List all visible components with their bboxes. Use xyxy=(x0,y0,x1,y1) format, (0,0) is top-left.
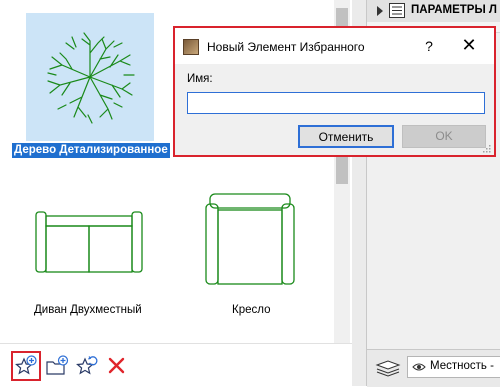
parameters-title: ПАРАМЕТРЫ Л xyxy=(411,4,498,16)
tree-thumbnail[interactable] xyxy=(26,13,154,141)
eye-icon xyxy=(412,363,426,371)
ok-button[interactable]: OK xyxy=(402,125,486,148)
help-button[interactable]: ? xyxy=(421,38,437,54)
favorite-item-tree[interactable]: Дерево Детализированное xyxy=(0,0,180,160)
sofa-plan-icon xyxy=(35,211,143,273)
favorite-item-label: Диван Двухместный xyxy=(34,304,142,316)
new-folder-button[interactable] xyxy=(44,353,70,379)
archicad-app-icon xyxy=(183,39,199,55)
redefine-favorite-button[interactable] xyxy=(74,353,100,379)
close-button[interactable]: ✕ xyxy=(461,36,477,54)
favorite-item-label: Кресло xyxy=(232,304,271,316)
sofa-thumbnail xyxy=(34,206,144,281)
cancel-button[interactable]: Отменить xyxy=(298,125,394,148)
layer-dropdown[interactable]: Местность - xyxy=(407,356,500,378)
star-refresh-icon xyxy=(76,356,98,375)
dialog-title: Новый Элемент Избранного xyxy=(207,40,365,54)
favorite-item-armchair[interactable]: Кресло xyxy=(170,180,334,320)
layer-parameters-icon xyxy=(389,3,405,18)
red-x-icon xyxy=(108,357,125,374)
folder-plus-icon xyxy=(46,355,69,375)
parameters-header[interactable]: ПАРАМЕТРЫ Л xyxy=(367,0,500,23)
name-input[interactable] xyxy=(187,92,485,114)
favorites-toolbar xyxy=(0,343,352,387)
layer-footer: Местность - xyxy=(367,349,500,387)
new-favorite-dialog: Новый Элемент Избранного ? ✕ Имя: Отмени… xyxy=(173,26,496,157)
star-plus-icon xyxy=(15,355,37,375)
favorite-item-label: Дерево Детализированное xyxy=(12,143,170,158)
dialog-titlebar[interactable]: Новый Элемент Избранного ? ✕ xyxy=(175,28,494,64)
resize-grip-icon[interactable] xyxy=(483,145,491,153)
name-label: Имя: xyxy=(187,73,213,85)
expand-arrow-icon[interactable] xyxy=(377,6,383,16)
tree-plan-icon xyxy=(47,32,135,124)
armchair-thumbnail xyxy=(204,192,296,291)
layers-icon xyxy=(375,360,401,377)
delete-favorite-button[interactable] xyxy=(104,353,130,379)
new-favorite-button[interactable] xyxy=(11,351,41,381)
armchair-plan-icon xyxy=(205,193,295,285)
layer-name: Местность - xyxy=(430,360,494,372)
favorite-item-sofa[interactable]: Диван Двухместный xyxy=(0,180,180,320)
